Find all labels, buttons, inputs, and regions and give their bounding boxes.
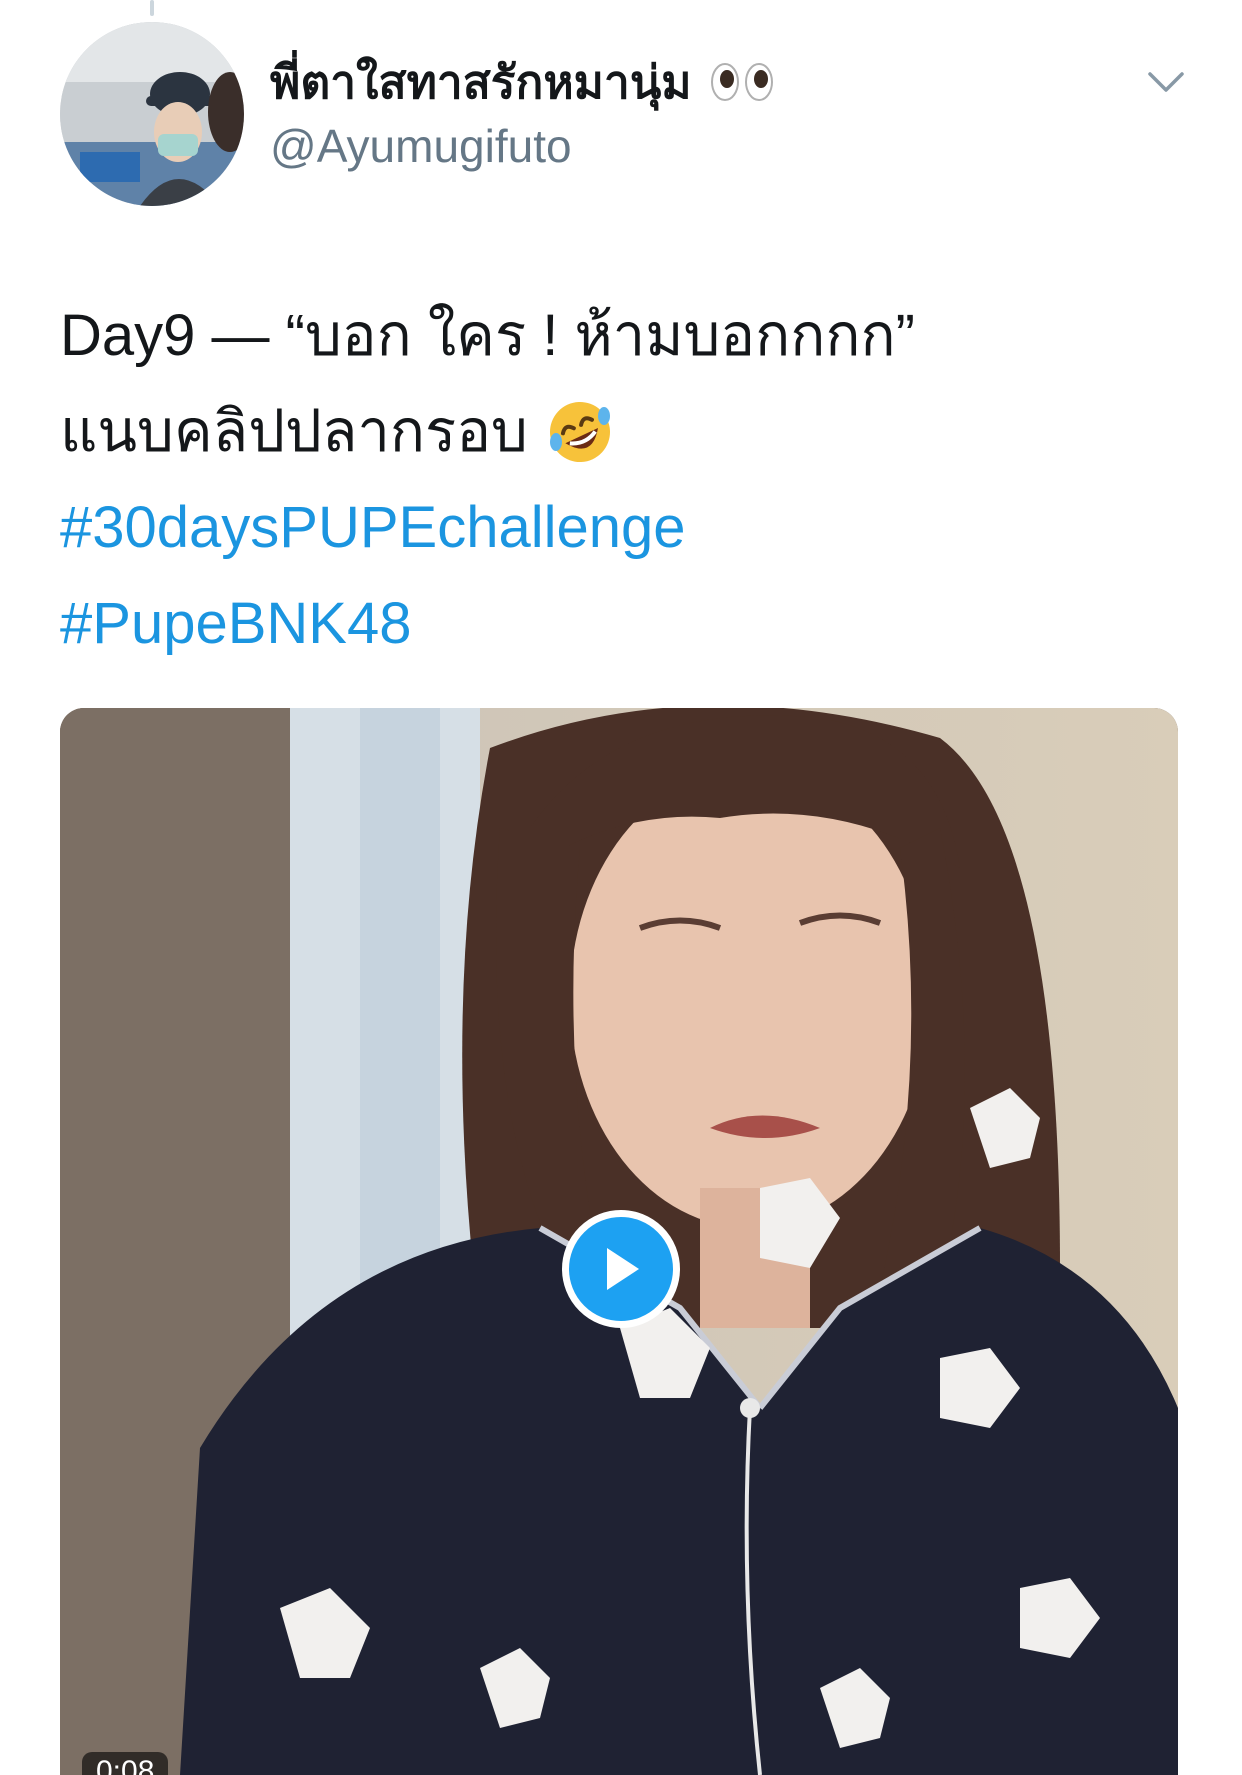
eyes-emoji-icon <box>710 62 774 102</box>
author-display-name[interactable]: พี่ตาใสทาสรักหมานุ่ม <box>270 52 774 112</box>
rofl-emoji-icon <box>544 396 616 468</box>
avatar[interactable] <box>60 22 244 206</box>
video-duration-badge: 0:08 <box>82 1752 169 1775</box>
play-button[interactable] <box>562 1210 680 1328</box>
play-icon <box>599 1244 643 1294</box>
hashtag-link-30dayspupechallenge[interactable]: #30daysPUPEchallenge <box>60 480 1180 576</box>
display-name-text: พี่ตาใสทาสรักหมานุ่ม <box>270 56 692 108</box>
tweet-text-line-2: แนบคลิปปลากรอบ <box>60 384 1180 480</box>
thread-connector-line <box>150 0 154 16</box>
hashtag-link-pupebnk48[interactable]: #PupeBNK48 <box>60 576 1180 672</box>
author-handle[interactable]: @Ayumugifuto <box>270 116 572 176</box>
video-thumbnail[interactable]: 0:08 <box>60 708 1178 1775</box>
tweet-text-line-1: Day9 — “บอก ใคร ! ห้ามบอกกกก” <box>60 303 915 368</box>
tweet-text-line-2-text: แนบคลิปปลากรอบ <box>60 399 528 464</box>
tweet-text: Day9 — “บอก ใคร ! ห้ามบอกกกก” แนบคลิปปลา… <box>60 288 1180 672</box>
chevron-down-icon[interactable] <box>1146 68 1186 98</box>
